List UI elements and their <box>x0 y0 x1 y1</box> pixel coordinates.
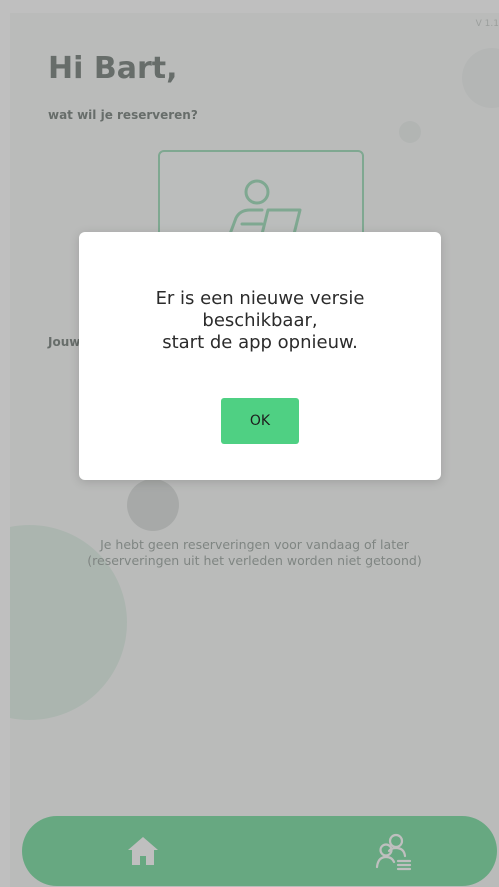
dialog-message-line-3: start de app opnieuw. <box>162 332 358 353</box>
dialog-message: Er is een nieuwe versie beschikbaar, sta… <box>79 288 441 354</box>
dialog-message-line-2: beschikbaar, <box>202 310 318 331</box>
dialog-message-line-1: Er is een nieuwe versie <box>155 288 365 309</box>
update-dialog: Er is een nieuwe versie beschikbaar, sta… <box>79 232 441 480</box>
ok-button[interactable]: OK <box>221 398 299 444</box>
